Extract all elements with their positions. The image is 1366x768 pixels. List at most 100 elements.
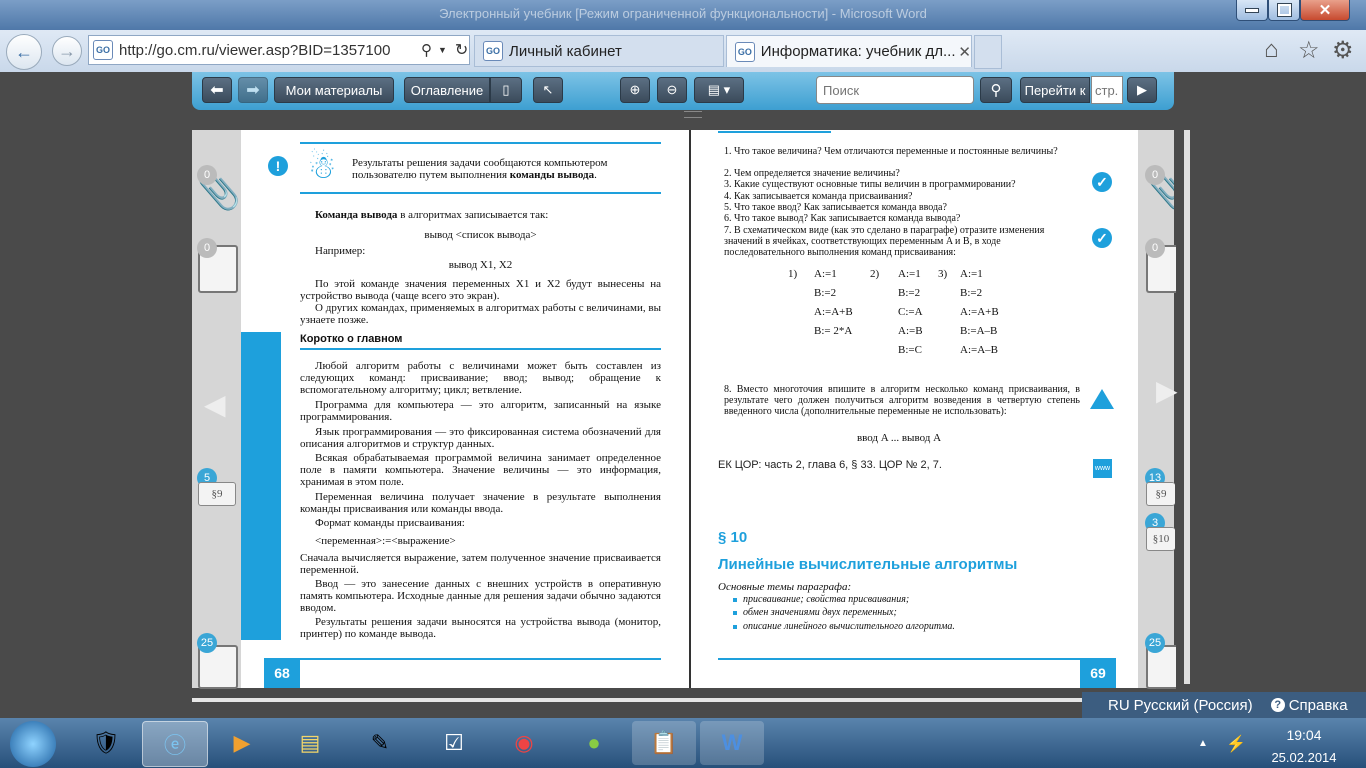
vertical-scrollbar[interactable] [1184, 130, 1190, 684]
option-label: 2) [870, 268, 880, 280]
language-name[interactable]: Русский (Россия) [1134, 697, 1253, 714]
code-cell: A:=B [898, 325, 923, 337]
code-line: <переменная>:=<выражение> [315, 535, 456, 547]
start-button[interactable] [10, 721, 56, 767]
tab-personal-cabinet[interactable]: GO Личный кабинет [474, 35, 724, 67]
paragraph: Например: [315, 245, 366, 257]
prev-page-button[interactable]: ⬅ [202, 77, 232, 103]
paint-app-icon[interactable]: ✎ [348, 721, 412, 765]
question-1: 1. Что такое величина? Чем отличаются пе… [724, 146, 1058, 157]
close-icon: ✕ [1318, 2, 1332, 19]
cursor-icon: ↖ [542, 82, 554, 97]
zoom-in-button[interactable]: ⊕ [620, 77, 650, 103]
notes-app-icon[interactable]: 📋 [632, 721, 696, 765]
next-page-button[interactable]: ➡ [238, 77, 268, 103]
topics-title: Основные темы параграфа: [718, 581, 852, 593]
internet-explorer-icon[interactable]: ⓔ [142, 721, 208, 767]
folder-count-badge: 25 [197, 633, 217, 653]
code-line: вывод <список вывода> [424, 229, 537, 241]
code-cell: A:=1 [960, 268, 983, 280]
attachment-count-badge: 0 [1145, 165, 1165, 185]
minimize-button[interactable] [1236, 0, 1268, 21]
help-label[interactable]: Справка [1289, 697, 1348, 714]
contents-button[interactable]: Оглавление [404, 77, 490, 103]
edu-app-icon[interactable]: ● [562, 721, 626, 765]
code-cell: B:=A–B [960, 325, 998, 337]
tab-label: Личный кабинет [509, 42, 622, 60]
paragraph: Результаты решения задачи выносятся на у… [300, 616, 661, 640]
page-number-input[interactable] [1091, 76, 1123, 104]
tray-expand-icon[interactable]: ▲ [1198, 738, 1208, 749]
bookmark-icon: ▯ [502, 82, 510, 97]
search-input[interactable] [816, 76, 974, 104]
home-icon[interactable]: ⌂ [1264, 36, 1279, 64]
next-spread-arrow-icon[interactable]: ▶ [1156, 374, 1178, 407]
code-cell: A:=A+B [814, 306, 853, 318]
forward-button[interactable]: → [52, 36, 82, 66]
my-materials-button[interactable]: Мои материалы [274, 77, 394, 103]
word-app-icon[interactable]: W [700, 721, 764, 765]
zoom-in-icon: ⊕ [629, 82, 641, 97]
chrome-icon[interactable]: ◉ [492, 721, 556, 765]
check-icon[interactable]: ✓ [1092, 228, 1112, 248]
back-button[interactable]: ← [6, 34, 42, 70]
code-cell: A:=1 [898, 268, 921, 280]
language-bar: RU Русский (Россия) ? Справка [1082, 692, 1366, 718]
drag-handle[interactable] [684, 111, 702, 118]
media-player-icon[interactable]: ▶ [210, 721, 274, 765]
pointer-tool-button[interactable]: ↖ [533, 77, 563, 103]
close-tab-icon[interactable]: ✕ [958, 43, 971, 61]
zoom-out-button[interactable]: ⊖ [657, 77, 687, 103]
attachment-count-badge: 0 [197, 165, 217, 185]
refresh-icon[interactable]: ↻ [455, 40, 468, 60]
search-button[interactable]: ⚲ [980, 77, 1012, 103]
new-tab-button[interactable] [974, 35, 1002, 69]
goto-button[interactable]: ▶ [1127, 77, 1157, 103]
section-tag[interactable]: §9 [1146, 482, 1175, 506]
tab-informatics[interactable]: GO Информатика: учебник дл... ✕ [726, 35, 972, 67]
code-cell: B:=2 [814, 287, 837, 299]
topic-item: присваивание; свойства присваивания; [743, 594, 910, 605]
mascot-icon: ☃ [307, 149, 337, 185]
arrow-right-icon: ➡ [246, 82, 260, 99]
language-code[interactable]: RU [1108, 697, 1130, 714]
prev-spread-arrow-icon[interactable]: ◀ [204, 388, 226, 421]
divider [300, 348, 661, 350]
contents-toggle-button[interactable]: ▯ [490, 77, 522, 103]
topic-item: обмен значениями двух переменных; [743, 607, 897, 618]
tasks-app-icon[interactable]: ☑ [422, 721, 486, 765]
bullet-icon [733, 611, 737, 615]
clock-date[interactable]: 25.02.2014 [1256, 750, 1352, 765]
www-icon[interactable]: www [1093, 459, 1112, 478]
goto-label: Перейти к [1020, 77, 1090, 103]
horizontal-scrollbar[interactable] [192, 698, 1082, 702]
power-icon[interactable]: ⚡ [1226, 734, 1246, 754]
explorer-folder-icon[interactable]: ▤ [278, 721, 342, 765]
section-tag[interactable]: §9 [198, 482, 236, 506]
book-spine [689, 130, 691, 688]
maximize-button[interactable] [1268, 0, 1300, 21]
security-app-icon[interactable]: 🛡 [74, 721, 138, 765]
exclamation-icon: ! [268, 156, 288, 176]
view-mode-button[interactable]: ▤ ▾ [694, 77, 744, 103]
paragraph: Переменная величина получает значение в … [300, 491, 661, 515]
question-7: 7. В схематическом виде (как это сделано… [724, 225, 1045, 258]
close-window-button[interactable]: ✕ [1300, 0, 1350, 21]
section-tag[interactable]: §10 [1146, 527, 1175, 551]
window-title: Электронный учебник [Режим ограниченной … [439, 6, 927, 21]
check-icon[interactable]: ✓ [1092, 172, 1112, 192]
search-icon[interactable]: ⚲ [421, 41, 432, 59]
code-cell: A:=A+B [960, 306, 999, 318]
address-bar[interactable]: GO http://go.cm.ru/viewer.asp?BID=135710… [88, 35, 470, 65]
tab-favicon-icon: GO [735, 41, 755, 62]
settings-gear-icon[interactable]: ⚙ [1332, 36, 1354, 65]
clock-time[interactable]: 19:04 [1256, 727, 1352, 743]
option-label: 1) [788, 268, 798, 280]
dropdown-icon[interactable]: ▼ [438, 45, 447, 55]
triangle-marker-icon[interactable] [1089, 388, 1115, 410]
favorites-star-icon[interactable]: ☆ [1298, 36, 1320, 65]
tab-label: Информатика: учебник дл... [760, 43, 956, 60]
code-cell: B:= 2*A [814, 325, 853, 337]
page-number-left: 68 [264, 658, 300, 688]
help-icon[interactable]: ? [1270, 698, 1285, 712]
